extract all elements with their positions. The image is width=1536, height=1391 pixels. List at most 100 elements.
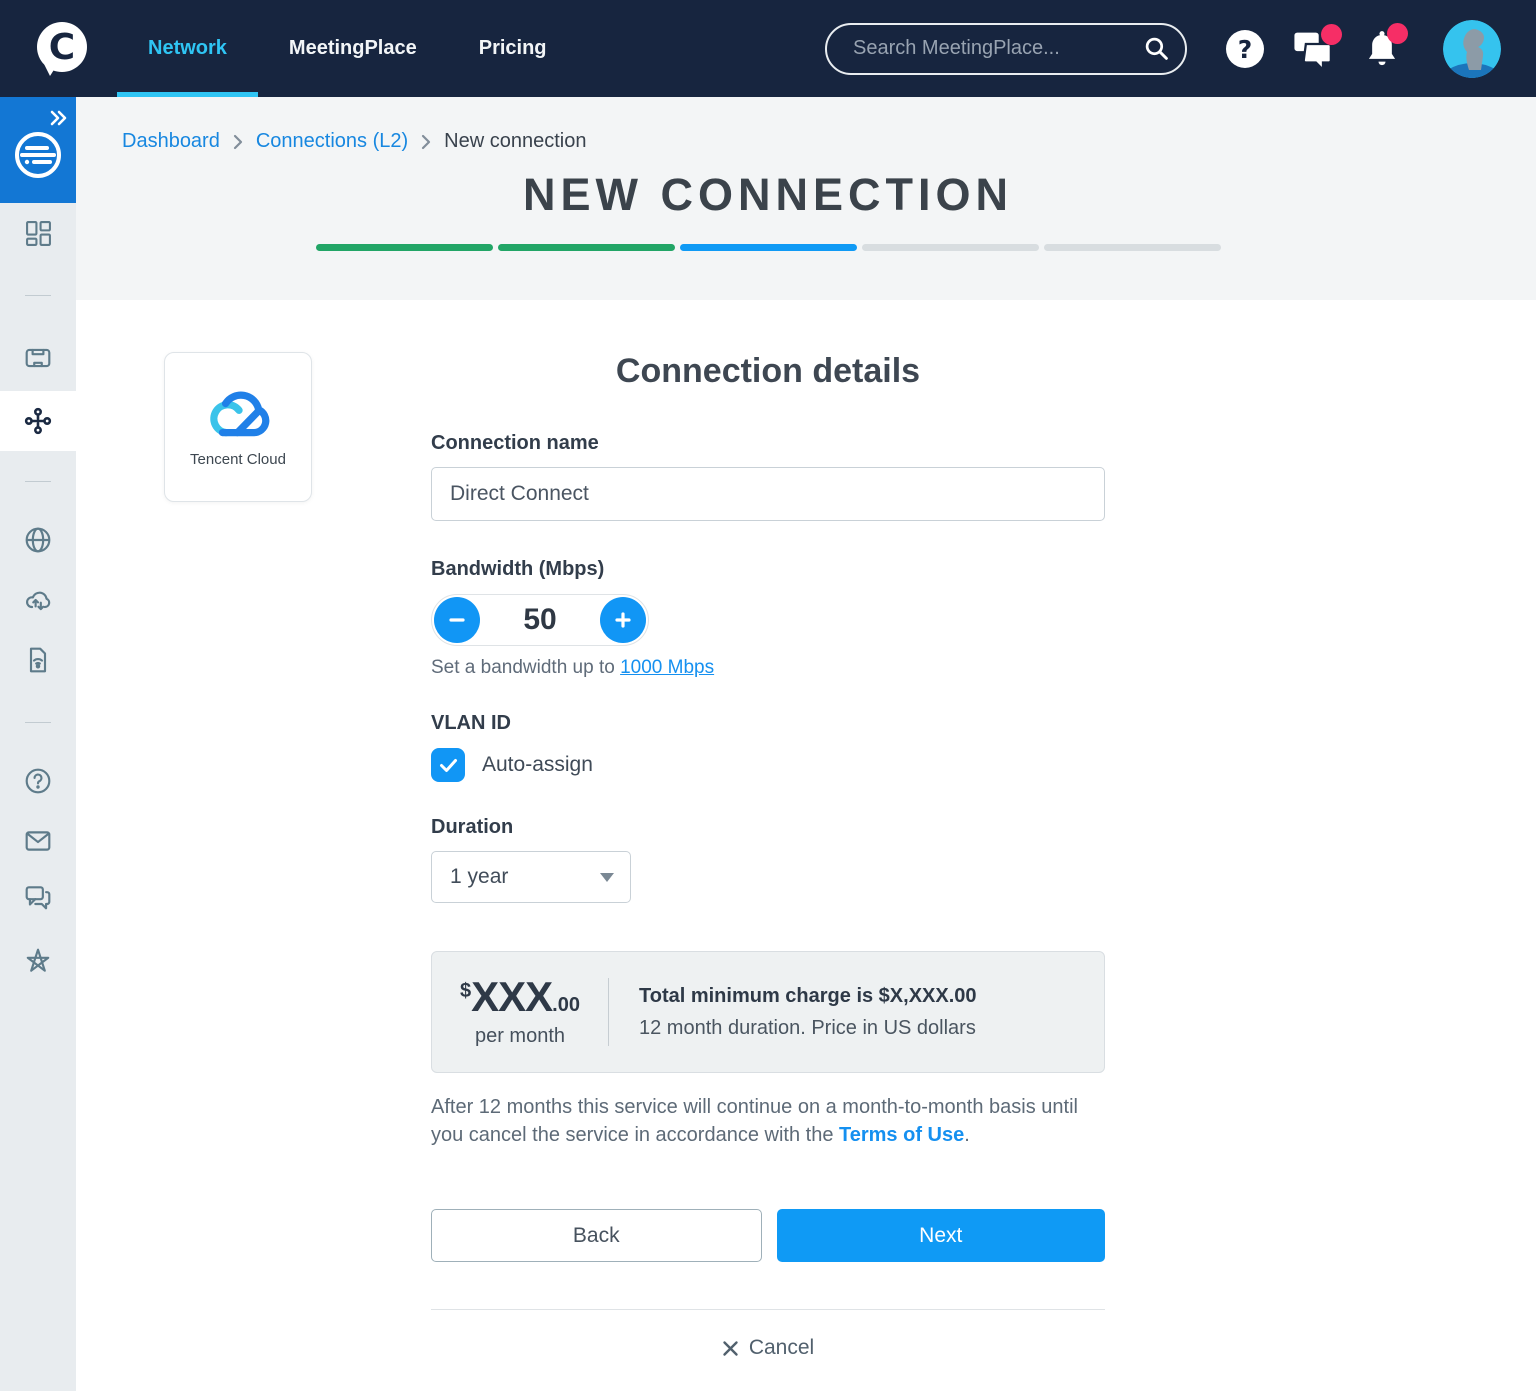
bandwidth-helper-text: Set a bandwidth up to xyxy=(431,657,621,678)
cloud-exchange-icon xyxy=(26,591,51,611)
left-sidebar xyxy=(0,97,76,1391)
sidebar-item-internet[interactable] xyxy=(0,512,76,568)
chevron-right-icon xyxy=(421,134,431,150)
nav-tab-meetingplace[interactable]: MeetingPlace xyxy=(258,0,448,97)
sidebar-logo[interactable] xyxy=(0,97,76,203)
notifications-badge xyxy=(1387,22,1408,44)
bandwidth-stepper: 50 xyxy=(431,594,649,646)
auto-assign-checkbox[interactable] xyxy=(431,748,465,782)
user-avatar[interactable] xyxy=(1443,19,1501,78)
price-cents: .00 xyxy=(552,994,580,1016)
breadcrumb-dashboard[interactable]: Dashboard xyxy=(122,130,220,153)
vlan-auto-assign-row: Auto-assign xyxy=(431,748,1105,782)
main-area: Dashboard Connections (L2) New connectio… xyxy=(76,97,1536,1391)
help-icon: ? xyxy=(1226,29,1264,68)
price-note: 12 month duration. Price in US dollars xyxy=(639,1016,976,1039)
content: Tencent Cloud Connection details Connect… xyxy=(76,300,1536,1391)
mail-icon xyxy=(25,831,51,851)
expand-sidebar-icon[interactable] xyxy=(50,110,67,131)
connections-icon xyxy=(24,407,52,435)
price-total: Total minimum charge is $X,XXX.00 xyxy=(639,984,977,1007)
vlan-label: VLAN ID xyxy=(431,712,511,734)
sidebar-item-ports[interactable] xyxy=(0,330,76,386)
search-icon[interactable] xyxy=(1144,36,1169,61)
progress-step-todo xyxy=(1043,244,1221,251)
sidebar-item-mail[interactable] xyxy=(0,813,76,869)
page-title: NEW CONNECTION xyxy=(523,169,1013,220)
sidebar-item-iot-sim[interactable] xyxy=(0,632,76,688)
bandwidth-decrease-button[interactable] xyxy=(434,597,480,643)
nav-tabs: Network MeetingPlace Pricing xyxy=(117,0,578,97)
check-icon xyxy=(439,758,457,772)
form-actions: Back Next xyxy=(431,1209,1105,1263)
breadcrumb-connections[interactable]: Connections (L2) xyxy=(256,130,408,153)
terms-disclaimer: After 12 months this service will contin… xyxy=(431,1094,1105,1149)
sidebar-item-chat[interactable] xyxy=(0,869,76,925)
price-per-month: per month xyxy=(474,1025,566,1047)
messages-badge xyxy=(1321,23,1342,45)
progress-step-todo xyxy=(861,244,1039,251)
progress-step-done xyxy=(315,244,493,251)
help-button[interactable]: ? xyxy=(1225,29,1265,69)
next-button[interactable]: Next xyxy=(776,1209,1105,1263)
chevron-down-icon xyxy=(600,872,614,882)
sidebar-item-dashboard[interactable] xyxy=(0,205,76,261)
bandwidth-increase-button[interactable] xyxy=(600,597,646,643)
sidebar-item-connections[interactable] xyxy=(0,391,76,451)
close-icon xyxy=(723,1340,738,1356)
search-input[interactable] xyxy=(851,36,1144,61)
bandwidth-helper: Set a bandwidth up to 1000 Mbps xyxy=(431,657,1105,679)
price-summary: $XXX.00 per month Total minimum charge i… xyxy=(431,951,1105,1073)
terms-of-use-link[interactable]: Terms of Use xyxy=(839,1124,964,1146)
console-connect-logo[interactable]: C xyxy=(35,21,89,77)
svg-text:?: ? xyxy=(1238,35,1253,64)
sidebar-divider xyxy=(25,722,51,723)
progress-bar xyxy=(315,244,1221,251)
chat-bubbles-icon xyxy=(25,886,51,910)
duration-label: Duration xyxy=(431,816,514,838)
plus-icon xyxy=(615,612,631,628)
duration-select[interactable]: 1 year xyxy=(431,851,631,903)
avatar-image xyxy=(1443,19,1501,78)
network-globe-icon xyxy=(13,130,63,185)
chevron-right-icon xyxy=(233,134,243,150)
messages-button[interactable] xyxy=(1293,23,1342,67)
sidebar-item-help[interactable] xyxy=(0,753,76,809)
connection-name-label: Connection name xyxy=(431,432,599,454)
sidebar-item-referrals[interactable] xyxy=(0,933,76,989)
back-button[interactable]: Back xyxy=(431,1209,762,1263)
auto-assign-label: Auto-assign xyxy=(482,753,593,776)
sidebar-item-cloud-exchange[interactable] xyxy=(0,572,76,628)
form-heading: Connection details xyxy=(615,352,921,390)
notifications-button[interactable] xyxy=(1365,22,1408,68)
nav-tab-network[interactable]: Network xyxy=(117,0,258,97)
connection-name-input[interactable] xyxy=(431,467,1105,521)
breadcrumb: Dashboard Connections (L2) New connectio… xyxy=(76,130,1536,153)
globe-icon xyxy=(25,527,51,553)
sim-card-icon xyxy=(29,647,47,673)
cancel-button[interactable]: Cancel xyxy=(431,1336,1105,1360)
bandwidth-value: 50 xyxy=(523,603,557,636)
progress-step-done xyxy=(497,244,675,251)
cancel-label: Cancel xyxy=(748,1336,815,1360)
disclaimer-text: After 12 months this service will contin… xyxy=(431,1096,1078,1146)
cancel-divider xyxy=(431,1309,1105,1311)
connection-form: Connection details Connection name Bandw… xyxy=(431,300,1105,1360)
price-monthly: $XXX.00 per month xyxy=(432,976,608,1048)
price-total-block: Total minimum charge is $X,XXX.00 12 mon… xyxy=(609,985,977,1040)
top-navbar: C NetworkMeetingPlacePricing ? xyxy=(0,0,1536,97)
dashboard-icon xyxy=(25,220,51,246)
provider-card: Tencent Cloud xyxy=(164,352,312,502)
help-circle-icon xyxy=(25,768,51,794)
breadcrumb-current: New connection xyxy=(444,130,587,152)
port-icon xyxy=(25,348,51,368)
search-box[interactable] xyxy=(825,22,1187,75)
nav-tab-pricing[interactable]: Pricing xyxy=(448,0,578,97)
svg-text:C: C xyxy=(49,27,75,68)
minus-icon xyxy=(449,618,465,622)
duration-value: 1 year xyxy=(450,865,509,888)
sidebar-divider xyxy=(25,481,51,482)
disclaimer-suffix: . xyxy=(964,1123,970,1146)
progress-step-current xyxy=(679,244,857,251)
bandwidth-max-link[interactable]: 1000 Mbps xyxy=(620,657,714,678)
